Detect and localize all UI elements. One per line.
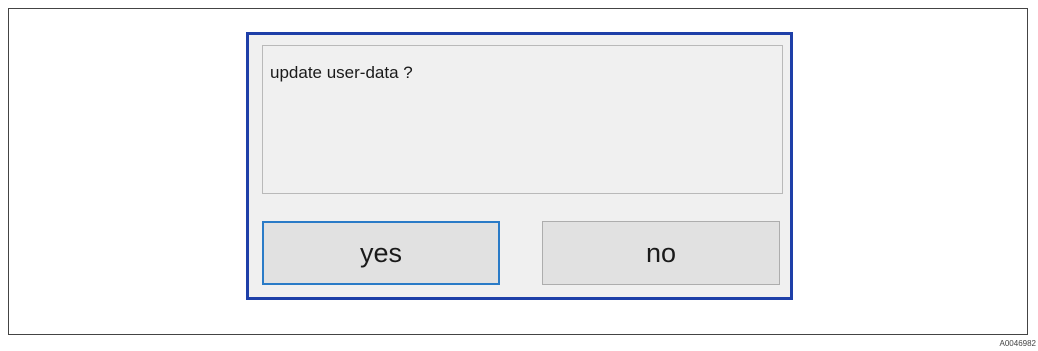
yes-button[interactable]: yes bbox=[262, 221, 500, 285]
confirmation-dialog: update user-data ? yes no bbox=[246, 32, 793, 300]
no-button[interactable]: no bbox=[542, 221, 780, 285]
dialog-message: update user-data ? bbox=[270, 63, 413, 82]
message-area: update user-data ? bbox=[262, 45, 783, 194]
figure-id-label: A0046982 bbox=[999, 339, 1036, 348]
